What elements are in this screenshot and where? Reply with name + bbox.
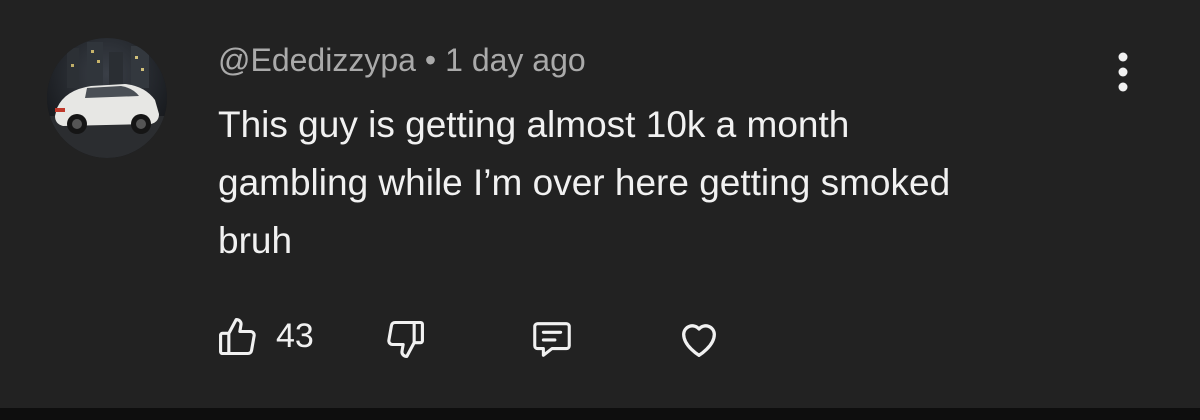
thumbs-down-icon xyxy=(387,320,424,358)
comment-text-line: gambling while I’m over here getting smo… xyxy=(218,162,951,203)
thumbs-up-icon xyxy=(219,318,256,356)
more-options-button[interactable] xyxy=(1108,50,1138,96)
heart-icon xyxy=(682,324,716,357)
more-vertical-icon xyxy=(1118,52,1128,92)
comment-text: This guy is getting almost 10k a month g… xyxy=(218,96,1118,270)
comment-card: @Ededizzypa • 1 day ago This guy is gettin… xyxy=(0,0,1200,408)
like-count: 43 xyxy=(276,317,314,355)
like-button[interactable] xyxy=(216,315,260,359)
comment-text-line: bruh xyxy=(218,220,293,261)
avatar[interactable] xyxy=(47,38,167,158)
heart-button[interactable] xyxy=(676,316,722,362)
dislike-button[interactable] xyxy=(383,317,427,361)
bottom-divider xyxy=(0,408,1200,420)
avatar-car-image xyxy=(47,38,167,158)
reply-button[interactable] xyxy=(529,316,575,362)
reply-comment-icon xyxy=(533,322,571,357)
comment-text-line: This guy is getting almost 10k a month xyxy=(218,104,850,145)
comment-meta: @Ededizzypa • 1 day ago xyxy=(218,40,586,80)
comment-timestamp[interactable]: 1 day ago xyxy=(445,42,586,78)
author-handle[interactable]: @Ededizzypa xyxy=(218,42,416,78)
meta-separator: • xyxy=(424,42,437,78)
